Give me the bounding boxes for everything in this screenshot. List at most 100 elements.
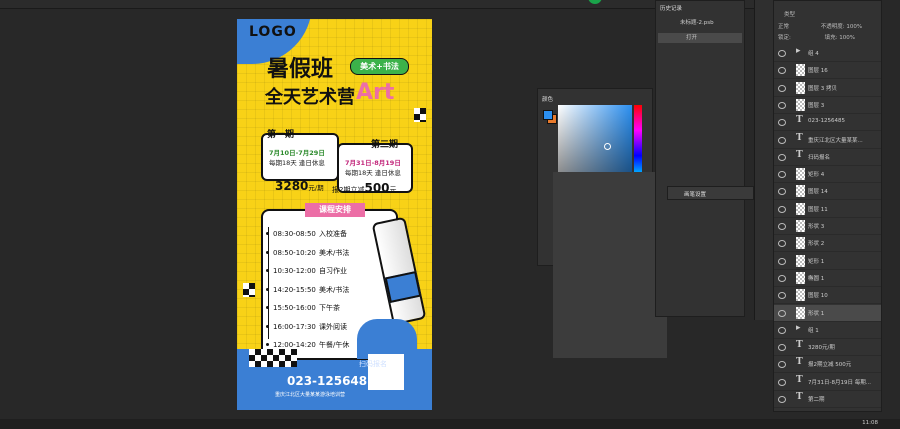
- period1-note: 每期18天 逢日休息: [269, 159, 325, 167]
- layer-name: 3280元/期: [808, 345, 835, 352]
- visibility-eye-icon[interactable]: [778, 378, 786, 386]
- folder-icon[interactable]: ▸: [796, 323, 801, 333]
- layer-row[interactable]: T 3280元/期: [774, 339, 881, 357]
- layer-row[interactable]: 图层 3: [774, 97, 881, 114]
- visibility-eye-icon[interactable]: [778, 326, 786, 334]
- layer-row[interactable]: 形状 2: [774, 235, 881, 253]
- layer-name: 组 1: [808, 327, 819, 334]
- visibility-eye-icon[interactable]: [778, 344, 786, 352]
- layer-row[interactable]: T 扫码报名: [774, 149, 881, 166]
- visibility-eye-icon[interactable]: [778, 171, 786, 179]
- visibility-eye-icon[interactable]: [778, 257, 786, 265]
- panel-icon-strip[interactable]: [754, 0, 773, 320]
- color-picker-ring[interactable]: [604, 143, 611, 150]
- visibility-eye-icon[interactable]: [778, 188, 786, 196]
- layer-row[interactable]: 图层 10: [774, 287, 881, 305]
- layer-row[interactable]: ▸ 组 1: [774, 322, 881, 339]
- visibility-eye-icon[interactable]: [778, 309, 786, 317]
- brush-panel-title: 画笔设置: [684, 192, 707, 198]
- layer-name: 组 4: [808, 51, 819, 57]
- layer-name: 重庆江北区大量某某...: [808, 137, 863, 144]
- visibility-eye-icon[interactable]: [778, 67, 786, 75]
- text-layer-icon: T: [796, 132, 803, 143]
- layers-panel[interactable]: 类型 正常 不透明度: 100% 锁定: 填充: 100% ▸ 组 4 图层 16 图…: [773, 0, 882, 412]
- brush-settings-panel[interactable]: 画笔设置: [667, 186, 754, 200]
- period1-title: 第一期: [267, 130, 295, 140]
- poster-art-word: Art: [356, 80, 395, 105]
- layer-row[interactable]: 矩形 1: [774, 253, 881, 270]
- layer-thumbnail: [796, 81, 805, 94]
- layer-name: 图层 14: [808, 189, 828, 196]
- checker-decoration: [249, 349, 297, 367]
- text-layer-icon: T: [796, 149, 803, 160]
- layer-row[interactable]: T 第二期: [774, 391, 881, 408]
- layer-thumbnail: [796, 271, 805, 284]
- layer-name: 图层 11: [808, 206, 828, 213]
- layer-row[interactable]: T 7月31日-8月19日 每期...: [774, 374, 881, 391]
- poster-title-line1: 暑假班: [267, 57, 334, 82]
- visibility-eye-icon[interactable]: [778, 223, 786, 230]
- layer-row[interactable]: ▸ 组 4: [774, 45, 881, 62]
- folder-icon[interactable]: ▸: [796, 46, 801, 56]
- layer-name: 形状 2: [808, 241, 825, 248]
- history-step-open[interactable]: 打开: [658, 33, 742, 43]
- visibility-eye-icon[interactable]: [778, 84, 786, 92]
- blend-mode-row[interactable]: 正常 不透明度: 100%: [774, 22, 881, 32]
- layer-name: 图层 16: [808, 68, 828, 75]
- layer-row[interactable]: T 重庆江北区大量某某...: [774, 132, 881, 149]
- schedule-item: 美术/书法: [319, 248, 350, 257]
- text-layer-icon: T: [796, 357, 803, 368]
- layer-thumbnail: [796, 185, 805, 198]
- poster-title-line2: 全天艺术营: [265, 87, 355, 108]
- schedule-time: 08:50-10:20: [273, 248, 316, 257]
- layer-name: 形状 3: [808, 224, 825, 230]
- visibility-eye-icon[interactable]: [778, 292, 786, 300]
- visibility-eye-icon[interactable]: [778, 396, 786, 403]
- foreground-color-swatch[interactable]: [543, 110, 553, 120]
- poster-canvas[interactable]: LOGO 暑假班 美术+书法 全天艺术营 Art 第一期 7月10日-7月29日…: [237, 19, 432, 410]
- visibility-eye-icon[interactable]: [778, 274, 786, 282]
- layer-thumbnail: [796, 220, 805, 232]
- visibility-eye-icon[interactable]: [778, 240, 786, 248]
- history-snapshot[interactable]: 未标题-2.psb: [658, 18, 742, 28]
- visibility-eye-icon[interactable]: [778, 50, 786, 57]
- schedule-time: 08:30-08:50: [273, 230, 316, 238]
- history-panel-title: 历史记录: [660, 6, 683, 12]
- visibility-eye-icon[interactable]: [778, 205, 786, 213]
- schedule-row: 15:50-16:00 下午茶: [266, 303, 340, 313]
- layer-row[interactable]: 椭圆 1: [774, 270, 881, 287]
- text-layer-icon: T: [796, 115, 803, 126]
- checker-decoration: [414, 108, 426, 122]
- layer-row[interactable]: T 报2期立减 500元: [774, 356, 881, 374]
- layer-row[interactable]: 图层 16: [774, 62, 881, 80]
- promo: 报2期立减500元: [332, 181, 397, 195]
- layer-row[interactable]: 图层 3 拷贝: [774, 80, 881, 97]
- period2-note: 每期18天 逢日休息: [345, 169, 401, 177]
- visibility-eye-icon[interactable]: [778, 153, 786, 161]
- schedule-title: 课程安排: [305, 203, 365, 217]
- layer-name: 矩形 4: [808, 172, 825, 179]
- layer-row[interactable]: 矩形 4: [774, 166, 881, 184]
- layer-row[interactable]: 图层 14: [774, 183, 881, 201]
- visibility-eye-icon[interactable]: [778, 361, 786, 369]
- visibility-eye-icon[interactable]: [778, 136, 786, 144]
- visibility-eye-icon[interactable]: [778, 119, 786, 127]
- phone-number: 023-1256485: [287, 374, 376, 388]
- schedule-item: 课外阅读: [319, 322, 347, 331]
- layer-row[interactable]: 形状 3: [774, 218, 881, 235]
- period2-dates: 7月31日-8月19日: [345, 159, 401, 167]
- layer-name: 7月31日-8月19日 每期...: [808, 379, 871, 386]
- history-panel[interactable]: 历史记录 未标题-2.psb 打开: [655, 0, 745, 317]
- layer-row[interactable]: 形状 1: [774, 304, 881, 322]
- text-layer-icon: T: [796, 374, 803, 385]
- schedule-row: 10:30-12:00 自习作业: [266, 266, 347, 276]
- layer-filter[interactable]: 类型: [774, 10, 881, 20]
- layer-row[interactable]: 图层 11: [774, 201, 881, 218]
- visibility-eye-icon[interactable]: [778, 101, 786, 109]
- schedule-row: 08:50-10:20 美术/书法: [265, 248, 350, 258]
- layer-row[interactable]: T 023-1256485: [774, 114, 881, 132]
- layer-thumbnail: [796, 98, 805, 111]
- checker-decoration: [243, 283, 255, 297]
- schedule-time: 15:50-16:00: [273, 304, 316, 312]
- lock-row[interactable]: 锁定: 填充: 100%: [774, 33, 881, 43]
